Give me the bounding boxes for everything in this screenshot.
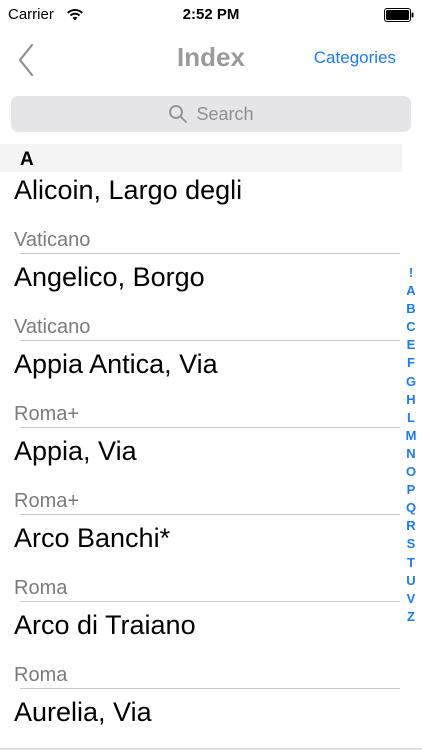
index-letter[interactable]: E xyxy=(400,336,422,354)
index-letter[interactable]: P xyxy=(400,481,422,499)
list-item[interactable]: Arco di Traiano Roma xyxy=(0,607,400,694)
search-bar[interactable]: Search xyxy=(11,96,411,132)
index-letter[interactable]: F xyxy=(400,354,422,372)
categories-button[interactable]: Categories xyxy=(314,48,396,68)
index-letter[interactable]: A xyxy=(400,282,422,300)
list-item-title: Appia Antica, Via xyxy=(14,349,218,379)
index-letter[interactable]: N xyxy=(400,445,422,463)
index-letter[interactable]: O xyxy=(400,463,422,481)
index-letter[interactable]: M xyxy=(400,427,422,445)
status-bar: Carrier 2:52 PM xyxy=(0,0,422,30)
section-index-bar[interactable]: ! A B C E F G H L M N O P Q R S T U V Z xyxy=(400,264,422,626)
status-time: 2:52 PM xyxy=(182,6,240,23)
search-placeholder: Search xyxy=(196,103,254,124)
list-item[interactable]: Angelico, Borgo Vaticano xyxy=(0,259,400,346)
index-letter[interactable]: H xyxy=(400,391,422,409)
list-item-title: Appia, Via xyxy=(14,436,137,466)
row-divider xyxy=(20,514,400,515)
index-letter[interactable]: Q xyxy=(400,499,422,517)
section-header-letter: A xyxy=(20,149,34,170)
index-letter[interactable]: U xyxy=(400,572,422,590)
list-item-title: Arco Banchi* xyxy=(14,523,171,553)
index-letter[interactable]: S xyxy=(400,535,422,553)
row-divider xyxy=(20,688,400,689)
index-list: Alicoin, Largo degli Vaticano Angelico, … xyxy=(0,172,400,750)
index-letter[interactable]: Z xyxy=(400,608,422,626)
row-divider xyxy=(20,253,400,254)
navigation-bar: Index Categories xyxy=(0,30,422,88)
list-item[interactable]: Appia Antica, Via Roma+ xyxy=(0,346,400,433)
row-divider xyxy=(20,601,400,602)
list-item-subtitle: Roma xyxy=(14,664,68,686)
index-letter[interactable]: T xyxy=(400,554,422,572)
list-item-title: Angelico, Borgo xyxy=(14,262,205,292)
battery-icon xyxy=(384,8,414,22)
list-item-subtitle: Vaticano xyxy=(14,229,91,251)
list-item-subtitle: Vaticano xyxy=(14,316,91,338)
list-item-subtitle: Roma+ xyxy=(14,403,80,425)
section-header: A xyxy=(0,144,402,172)
index-letter[interactable]: R xyxy=(400,517,422,535)
list-item[interactable]: Arco Banchi* Roma xyxy=(0,520,400,607)
list-item[interactable]: Alicoin, Largo degli Vaticano xyxy=(0,172,400,259)
list-item[interactable]: Appia, Via Roma+ xyxy=(0,433,400,520)
list-item[interactable]: Aurelia, Via xyxy=(0,694,400,750)
index-letter[interactable]: L xyxy=(400,409,422,427)
index-letter[interactable]: B xyxy=(400,300,422,318)
list-item-subtitle: Roma xyxy=(14,577,68,599)
row-divider xyxy=(20,427,400,428)
index-letter[interactable]: G xyxy=(400,373,422,391)
index-letter[interactable]: C xyxy=(400,318,422,336)
list-item-title: Arco di Traiano xyxy=(14,610,196,640)
index-letter[interactable]: ! xyxy=(400,264,422,282)
list-item-title: Alicoin, Largo degli xyxy=(14,175,243,205)
index-letter[interactable]: V xyxy=(400,590,422,608)
list-item-subtitle: Roma+ xyxy=(14,490,80,512)
row-divider xyxy=(20,340,400,341)
search-icon xyxy=(169,105,188,123)
list-item-title: Aurelia, Via xyxy=(14,697,152,727)
